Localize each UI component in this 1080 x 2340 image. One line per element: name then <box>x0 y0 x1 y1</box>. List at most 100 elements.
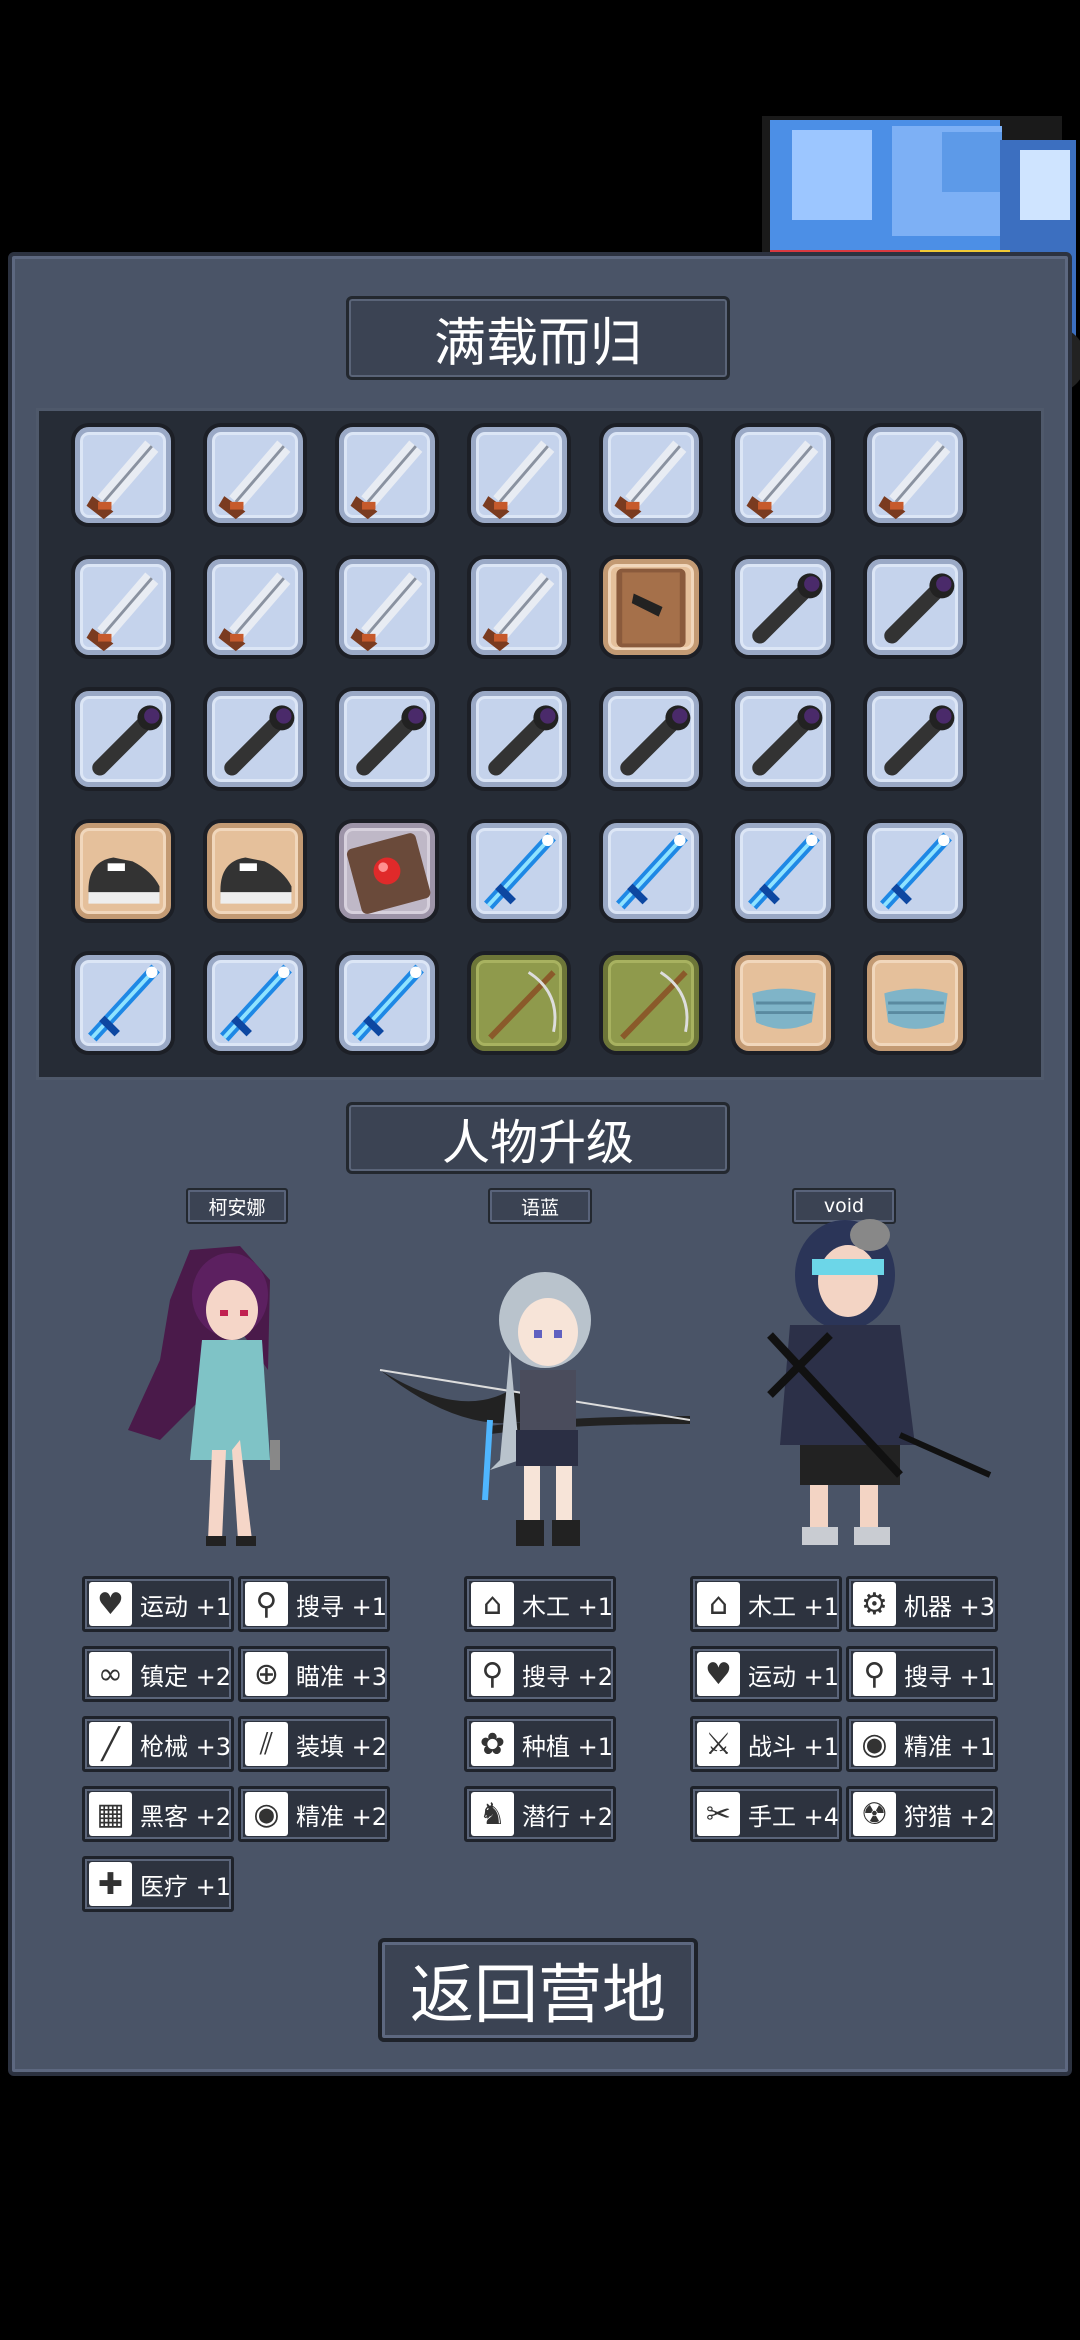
skill-label: 枪械 +3 <box>139 1732 231 1761</box>
inventory-slot-flashlight[interactable] <box>335 687 439 791</box>
inventory-slot-flashlight[interactable] <box>599 687 703 791</box>
heart-icon: ♥ <box>89 1582 132 1626</box>
eye-icon: ◉ <box>853 1722 896 1766</box>
inventory-grid[interactable] <box>36 408 1044 1080</box>
knife-icon <box>218 440 291 520</box>
mask-icon <box>752 988 816 1029</box>
skill-label: 精准 +1 <box>903 1732 995 1761</box>
ice-sword-icon <box>88 964 160 1042</box>
knife-icon <box>614 440 687 520</box>
inventory-slot-bow[interactable] <box>467 951 571 1055</box>
skill-1-0: ⌂ 木工 +1 <box>464 1576 616 1632</box>
skill-2-3: ⚲ 搜寻 +1 <box>846 1646 998 1702</box>
medkit-icon: ✚ <box>89 1862 132 1906</box>
inventory-slot-mask[interactable] <box>731 951 835 1055</box>
skill-2-0: ⌂ 木工 +1 <box>690 1576 842 1632</box>
flashlight-icon <box>884 573 955 644</box>
skill-2-5: ◉ 精准 +1 <box>846 1716 998 1772</box>
skill-1-3: ♞ 潜行 +2 <box>464 1786 616 1842</box>
ice-sword-icon <box>616 832 688 910</box>
inventory-slot-flashlight[interactable] <box>731 555 835 659</box>
character-sprite-void <box>767 1219 992 1545</box>
inventory-slot-ice-sword[interactable] <box>203 951 307 1055</box>
skill-label: 木工 +1 <box>521 1592 613 1621</box>
mask-icon <box>884 988 948 1029</box>
return-to-camp-button[interactable]: 返回营地 <box>378 1938 698 2042</box>
inventory-slot-flashlight[interactable] <box>863 687 967 791</box>
knife-icon <box>350 572 423 652</box>
inventory-slot-knife[interactable] <box>203 423 307 527</box>
skill-label: 瞄准 +3 <box>295 1662 387 1691</box>
upgrade-title: 人物升级 <box>346 1102 730 1174</box>
inventory-slot-flashlight[interactable] <box>731 687 835 791</box>
hacker-icon: ▦ <box>89 1792 132 1836</box>
flashlight-icon <box>92 705 163 776</box>
inventory-slot-knife[interactable] <box>335 555 439 659</box>
skill-label: 装填 +2 <box>295 1732 387 1761</box>
flashlight-icon <box>488 705 559 776</box>
inventory-slot-ice-sword[interactable] <box>71 951 175 1055</box>
inventory-slot-ice-sword[interactable] <box>335 951 439 1055</box>
skill-label: 机器 +3 <box>903 1592 995 1621</box>
inventory-slot-ice-sword[interactable] <box>863 819 967 923</box>
bow-icon <box>488 970 557 1040</box>
skill-label: 搜寻 +1 <box>295 1592 387 1621</box>
inventory-slot-knife[interactable] <box>599 423 703 527</box>
skill-label: 运动 +1 <box>747 1662 839 1691</box>
character-sprite-yulan <box>379 1272 690 1546</box>
skill-label: 黑客 +2 <box>139 1802 231 1831</box>
inventory-slot-sneaker[interactable] <box>203 819 307 923</box>
bow-icon <box>620 970 689 1040</box>
inventory-slot-bow[interactable] <box>599 951 703 1055</box>
inventory-slot-knife[interactable] <box>467 423 571 527</box>
scissors-icon: ✂ <box>697 1792 740 1836</box>
skill-0-6: ▦ 黑客 +2 <box>82 1786 234 1842</box>
inventory-slot-knife[interactable] <box>71 423 175 527</box>
skill-label: 医疗 +1 <box>139 1872 231 1901</box>
ice-sword-icon <box>880 832 952 910</box>
eye-icon: ◉ <box>245 1792 288 1836</box>
inventory-slot-ice-sword[interactable] <box>599 819 703 923</box>
skill-label: 手工 +4 <box>747 1802 839 1831</box>
character-sprite-kana <box>128 1246 280 1546</box>
skill-1-2: ✿ 种植 +1 <box>464 1716 616 1772</box>
sneaker-icon <box>220 857 292 904</box>
skill-label: 种植 +1 <box>521 1732 613 1761</box>
inventory-slot-flashlight[interactable] <box>467 687 571 791</box>
flashlight-icon <box>224 705 295 776</box>
inventory-slot-flashlight[interactable] <box>203 687 307 791</box>
inventory-slot-knife[interactable] <box>731 423 835 527</box>
skill-label: 战斗 +1 <box>747 1732 839 1761</box>
inventory-slot-knife[interactable] <box>467 555 571 659</box>
skill-label: 潜行 +2 <box>521 1802 613 1831</box>
inventory-slot-knife[interactable] <box>71 555 175 659</box>
skill-label: 搜寻 +2 <box>521 1662 613 1691</box>
crosshair-icon: ⊕ <box>245 1652 288 1696</box>
inventory-slot-book-pistol[interactable] <box>599 555 703 659</box>
inventory-slot-mask[interactable] <box>863 951 967 1055</box>
inventory-slot-knife[interactable] <box>203 555 307 659</box>
inventory-slot-ice-sword[interactable] <box>467 819 571 923</box>
character-name-yulan: 语蓝 <box>488 1188 592 1224</box>
house-icon: ⌂ <box>471 1582 514 1626</box>
skill-label: 运动 +1 <box>139 1592 231 1621</box>
skill-2-6: ✂ 手工 +4 <box>690 1786 842 1842</box>
inventory-slot-knife[interactable] <box>335 423 439 527</box>
inventory-slot-sneaker[interactable] <box>71 819 175 923</box>
skill-0-3: ⊕ 瞄准 +3 <box>238 1646 390 1702</box>
skill-0-0: ♥ 运动 +1 <box>82 1576 234 1632</box>
inventory-slot-ice-sword[interactable] <box>731 819 835 923</box>
ice-sword-icon <box>352 964 424 1042</box>
knife-icon <box>746 440 819 520</box>
loot-title: 满载而归 <box>346 296 730 380</box>
book-red-icon <box>346 833 431 914</box>
magnifier-icon: ⚲ <box>471 1652 514 1696</box>
plant-icon: ✿ <box>471 1722 514 1766</box>
skill-0-7: ◉ 精准 +2 <box>238 1786 390 1842</box>
inventory-slot-knife[interactable] <box>863 423 967 527</box>
glasses-icon: ∞ <box>89 1652 132 1696</box>
inventory-slot-book-red[interactable] <box>335 819 439 923</box>
book-pistol-icon <box>616 568 686 648</box>
inventory-slot-flashlight[interactable] <box>71 687 175 791</box>
inventory-slot-flashlight[interactable] <box>863 555 967 659</box>
